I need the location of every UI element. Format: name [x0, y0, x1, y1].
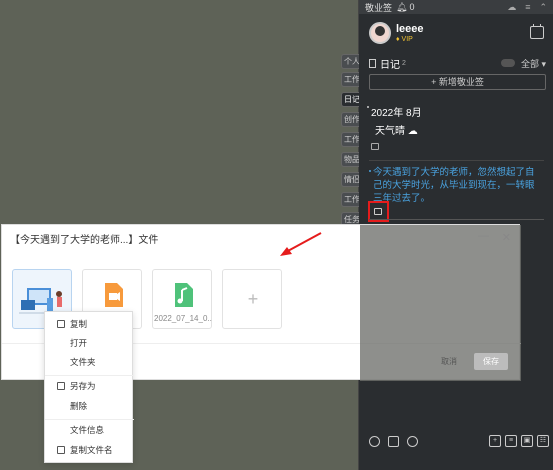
attachment-icon[interactable]	[371, 143, 379, 150]
menu-icon[interactable]: ≡	[525, 2, 530, 13]
entry-date: 2022年 8月	[371, 108, 422, 119]
toggle-switch[interactable]	[500, 59, 515, 67]
copy-icon	[57, 320, 65, 328]
note-icon[interactable]	[388, 435, 399, 447]
plus-icon: +	[247, 289, 259, 309]
bell-icon[interactable]: 🔔︎	[396, 2, 407, 13]
filter-dropdown[interactable]: 全部 ▾	[521, 57, 546, 70]
save-button[interactable]: 保存	[474, 353, 508, 370]
divider	[369, 160, 544, 161]
bullet	[369, 170, 371, 172]
file-name: 2022_07_14_0...	[154, 314, 212, 323]
list-icon[interactable]: ☷	[537, 435, 549, 447]
side-tab[interactable]: 情侣	[341, 172, 359, 187]
panel-titlebar[interactable]: 敬业签 🔔︎ 0 ☁ ≡ ⌃	[359, 0, 553, 14]
divider	[369, 219, 544, 220]
menu-item-delete[interactable]: 删除	[45, 396, 134, 416]
close-icon[interactable]: ✕	[502, 231, 511, 244]
user-profile: leeee ♦ VIP	[369, 22, 544, 48]
side-tab[interactable]: 工作	[341, 192, 359, 207]
category-count: 2	[402, 59, 406, 67]
notification-count: 0	[409, 2, 415, 12]
bookmark-icon	[369, 58, 376, 68]
image-icon[interactable]: ▣	[521, 435, 533, 447]
minimize-icon[interactable]: —	[478, 230, 489, 242]
menu-item-folder[interactable]: 文件夹	[45, 352, 134, 372]
vip-badge: ♦ VIP	[396, 36, 413, 43]
file-thumbnail[interactable]: 2022_07_14_0...	[152, 269, 212, 329]
cloud-icon[interactable]: ☁	[507, 2, 516, 13]
side-tab[interactable]: 创作	[341, 112, 359, 127]
side-tab[interactable]: 工作	[341, 132, 359, 147]
diary-entry[interactable]: 2022年 8月 天气晴 ☁	[367, 104, 541, 150]
menu-item-save-as[interactable]: 另存为	[45, 376, 134, 396]
clock-icon[interactable]	[369, 435, 380, 447]
menu-item-copy[interactable]: 复制	[45, 314, 134, 334]
collapse-icon[interactable]: ⌃	[539, 2, 547, 13]
side-tab[interactable]: 物品	[341, 152, 359, 167]
diary-entry[interactable]: 今天遇到了大学的老师，忽然想起了自己的大学时光，从毕业到现在，一转眼三年过去了。	[369, 166, 543, 205]
cloud-icon: ☁	[407, 126, 418, 137]
attachment-icon[interactable]	[374, 208, 382, 215]
menu-item-open[interactable]: 打开	[45, 333, 134, 353]
calendar-icon[interactable]	[530, 24, 544, 39]
side-tab[interactable]: 个人	[341, 54, 359, 69]
new-note-button[interactable]: + 新增敬业签	[369, 74, 546, 90]
dialog-title: 【今天遇到了大学的老师...】文件	[10, 235, 159, 246]
category-title: 日记	[380, 59, 400, 71]
bottom-toolbar: + ≡ ▣ ☷	[369, 434, 549, 448]
side-tab[interactable]: 日记	[341, 92, 359, 107]
avatar[interactable]	[369, 22, 391, 44]
format-icon[interactable]: ≡	[505, 435, 517, 447]
export-icon	[57, 382, 65, 390]
context-menu: 复制 打开 文件夹 另存为 删除 文件信息 复制文件名	[44, 311, 134, 463]
menu-item-copy-filename[interactable]: 复制文件名	[45, 440, 134, 460]
bullet	[367, 106, 369, 108]
entry-text: 今天遇到了大学的老师，忽然想起了自己的大学时光，从毕业到现在，一转眼三年过去了。	[373, 167, 535, 204]
add-file-button[interactable]: +	[222, 269, 282, 329]
side-tab[interactable]: 工作	[341, 72, 359, 87]
cancel-button[interactable]: 取消	[434, 353, 464, 370]
copy-icon	[57, 446, 65, 454]
entry-weather: 天气晴 ☁	[375, 126, 418, 137]
search-icon[interactable]	[407, 435, 418, 447]
modal-overlay: — ✕ 取消 保存	[360, 225, 521, 381]
add-icon[interactable]: +	[489, 435, 501, 447]
category-header: 日记 2 全部 ▾	[369, 56, 546, 71]
app-title: 敬业签	[365, 2, 393, 13]
menu-item-file-info[interactable]: 文件信息	[45, 420, 134, 440]
arrow-annotation	[280, 232, 322, 256]
username: leeee	[396, 23, 424, 35]
